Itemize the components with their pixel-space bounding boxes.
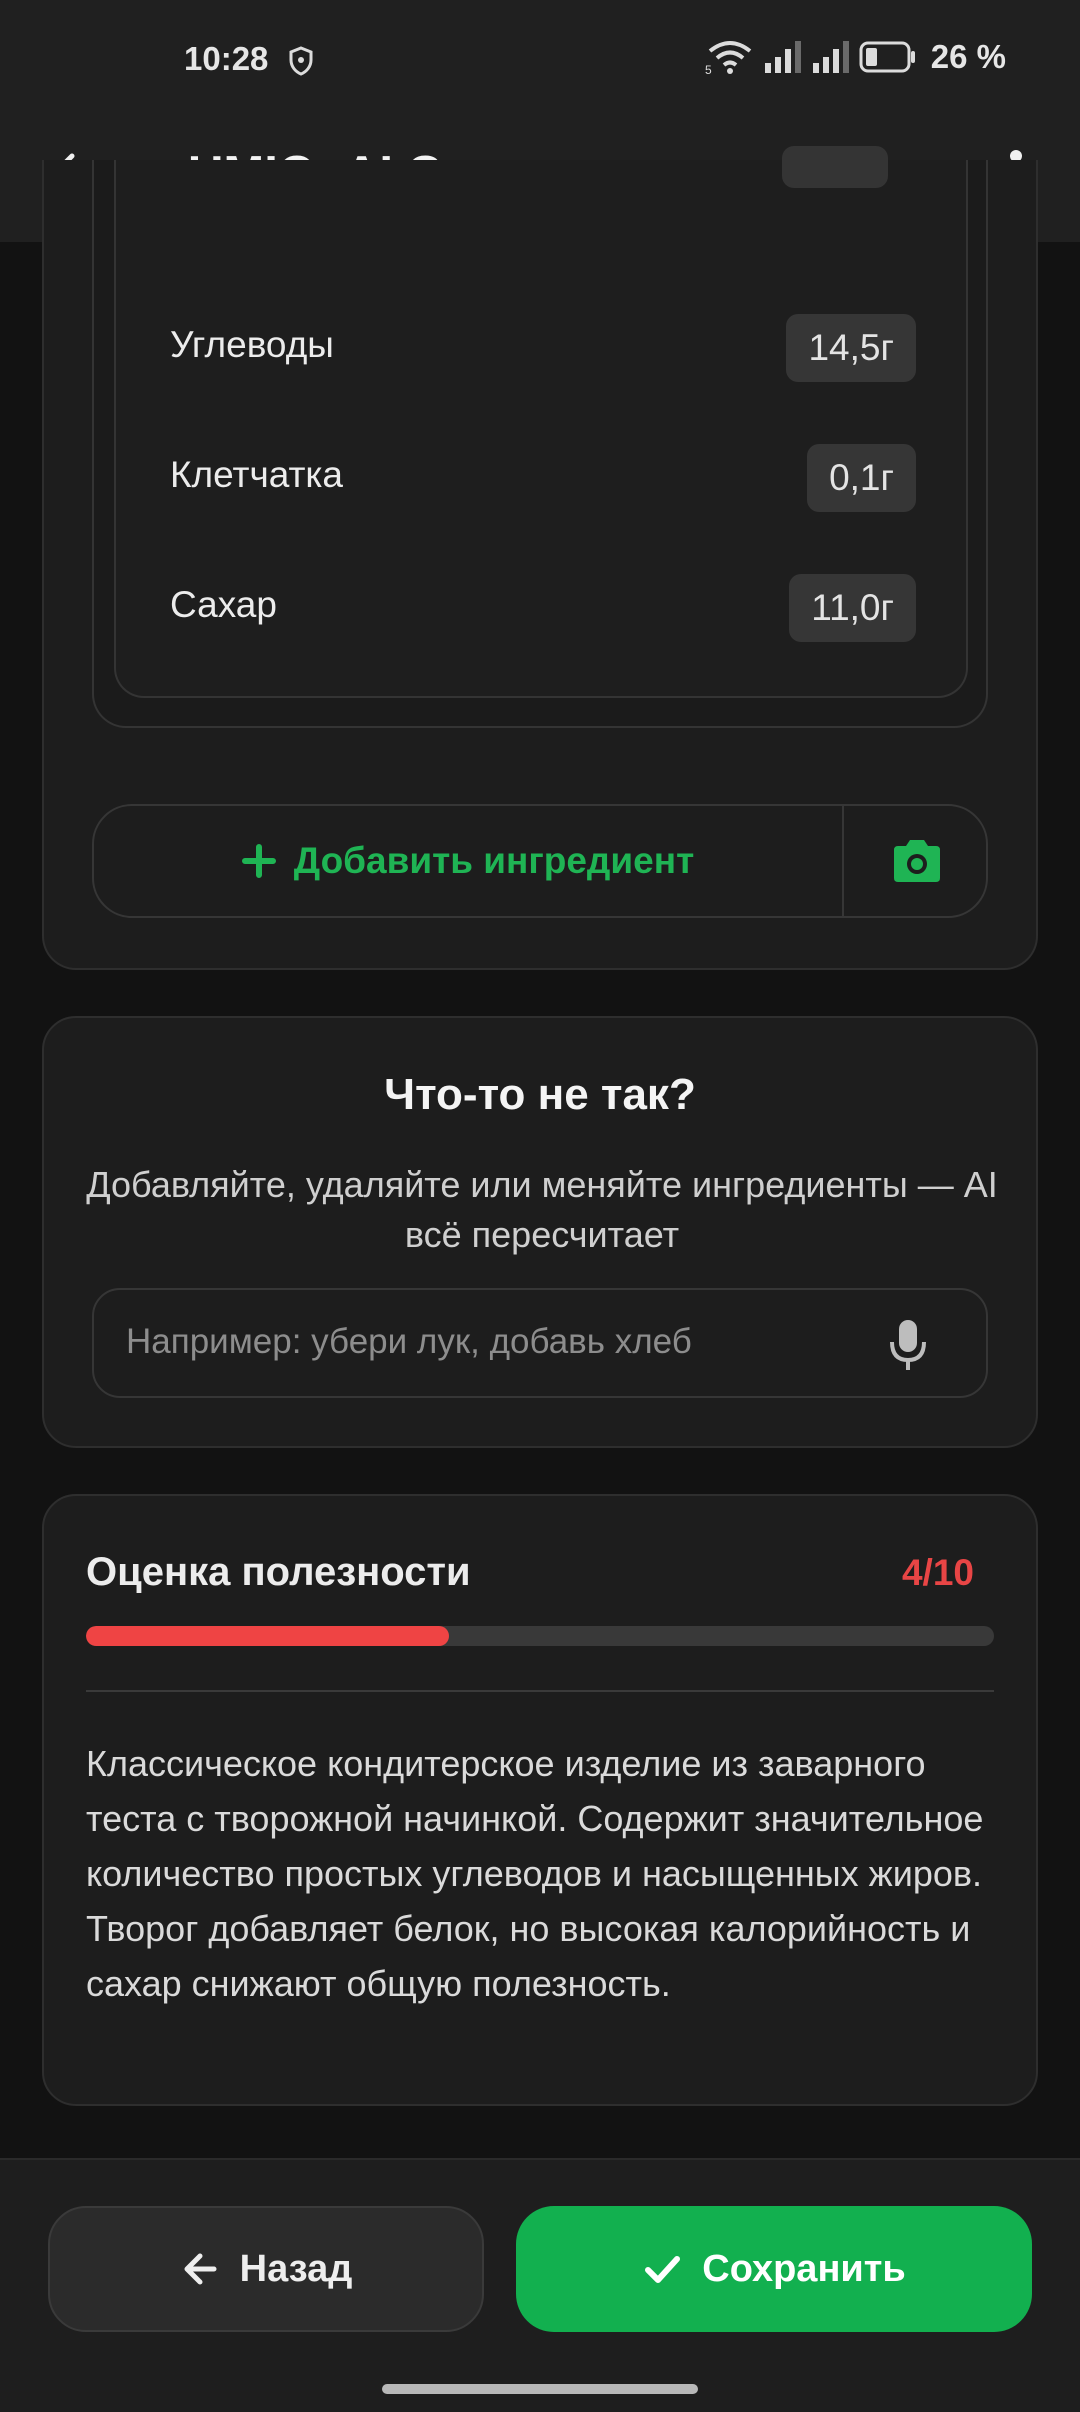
nutrient-label-carbs: Углеводы	[170, 324, 334, 365]
signal-icon	[764, 41, 801, 73]
bottom-action-bar: Назад Сохранить	[0, 2158, 1080, 2412]
save-button[interactable]: Сохранить	[516, 2206, 1032, 2332]
signal-icon	[812, 41, 849, 73]
plus-icon	[241, 844, 276, 878]
status-time: 10:28	[184, 40, 269, 77]
nutrients-panel: Углеводы 14,5г Клетчатка 0,1г Сахар 11,0…	[114, 146, 968, 698]
back-button-label: Назад	[239, 2247, 353, 2290]
check-icon	[645, 2256, 681, 2283]
health-score-value: 4/10	[901, 1552, 974, 1593]
nutrient-value-partial[interactable]	[782, 146, 888, 188]
microphone-icon[interactable]	[888, 1318, 928, 1372]
health-score-card: Оценка полезности 4/10 Классическое конд…	[42, 1494, 1038, 2106]
arrow-left-icon	[184, 2253, 217, 2285]
ai-correction-card: Что-то не так? Добавляйте, удаляйте или …	[42, 1016, 1038, 1448]
health-description: Классическое кондитерское изделие из зав…	[86, 1743, 984, 2004]
correction-input[interactable]: Например: убери лук, добавь хлеб	[92, 1288, 988, 1398]
nutrient-value-fiber[interactable]: 0,1г	[807, 444, 916, 512]
add-ingredient-group: Добавить ингредиент	[92, 804, 988, 918]
nutrient-value-carbs[interactable]: 14,5г	[786, 314, 916, 382]
add-ingredient-label: Добавить ингредиент	[293, 840, 695, 881]
correction-title: Что-то не так?	[384, 1070, 696, 1119]
camera-icon[interactable]	[890, 836, 944, 886]
health-score-bar	[86, 1626, 994, 1646]
correction-input-placeholder: Например: убери лук, добавь хлеб	[126, 1322, 692, 1361]
nutrient-value-sugar[interactable]: 11,0г	[789, 574, 916, 642]
battery-percent: 26 %	[930, 38, 1006, 75]
divider	[86, 1690, 994, 1692]
save-button-label: Сохранить	[702, 2247, 906, 2290]
health-score-title: Оценка полезности	[86, 1550, 471, 1594]
nutrient-label-sugar: Сахар	[170, 584, 277, 625]
health-score-bar-fill	[86, 1626, 450, 1646]
status-bar: 10:28 5 26 %	[0, 0, 1080, 120]
battery-icon	[859, 41, 915, 73]
add-ingredient-button[interactable]: Добавить ингредиент	[94, 806, 842, 916]
nutrient-label-fiber: Клетчатка	[170, 454, 344, 495]
shield-icon	[289, 46, 313, 76]
divider	[842, 806, 844, 916]
ingredients-card: Углеводы 14,5г Клетчатка 0,1г Сахар 11,0…	[42, 146, 1038, 970]
back-button[interactable]: Назад	[48, 2206, 484, 2332]
home-indicator[interactable]	[382, 2384, 698, 2394]
status-icons: 5 26 %	[705, 38, 1006, 76]
correction-subtitle: Добавляйте, удаляйте или меняйте ингреди…	[86, 1164, 998, 1255]
wifi-icon: 5	[705, 41, 752, 75]
svg-text:5: 5	[705, 63, 712, 75]
ingredient-item: Углеводы 14,5г Клетчатка 0,1г Сахар 11,0…	[92, 146, 988, 728]
